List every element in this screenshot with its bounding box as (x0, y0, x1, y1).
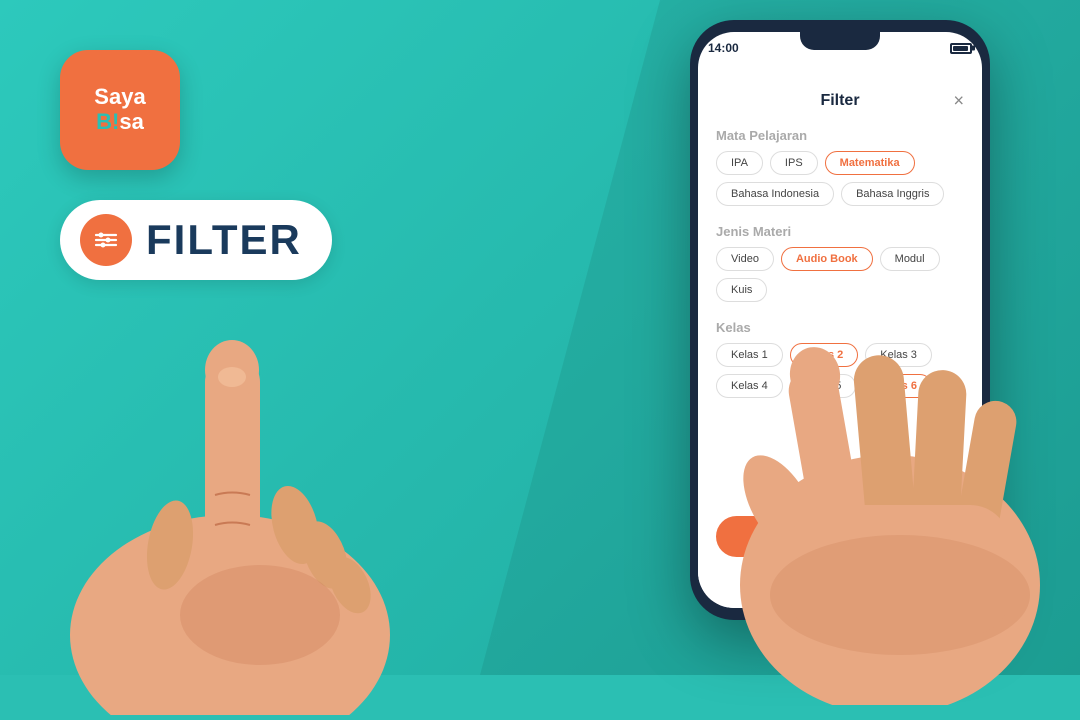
chip-ips[interactable]: IPS (770, 151, 818, 175)
chip-ipa[interactable]: IPA (716, 151, 763, 175)
status-time: 14:00 (708, 41, 739, 55)
filter-pill: FILTER (60, 200, 332, 280)
filter-icon-circle (80, 214, 132, 266)
right-hand-svg (720, 205, 1060, 705)
modal-title: Filter (820, 92, 859, 110)
status-bar: 14:00 (690, 34, 990, 62)
filter-sliders-icon (92, 226, 120, 254)
logo-box: Saya B! sa (60, 50, 180, 170)
mata-pelajaran-title: Mata Pelajaran (716, 128, 964, 143)
chip-matematika[interactable]: Matematika (825, 151, 915, 175)
section-mata-pelajaran: Mata Pelajaran IPA IPS Matematika Bahasa… (716, 128, 964, 206)
chip-bahasa-indonesia[interactable]: Bahasa Indonesia (716, 182, 834, 206)
battery-icon (950, 43, 972, 54)
left-hand-svg (30, 295, 450, 715)
logo-saya: Saya (94, 85, 145, 109)
close-button[interactable]: × (953, 91, 964, 112)
filter-label: FILTER (146, 216, 302, 264)
left-hand-illustration (30, 295, 450, 715)
right-hand-illustration (720, 205, 1060, 705)
chip-bahasa-inggris[interactable]: Bahasa Inggris (841, 182, 944, 206)
logo-exclaim: B! (96, 109, 119, 135)
logo-bisa: sa (119, 110, 143, 134)
mata-pelajaran-chips: IPA IPS Matematika Bahasa Indonesia Baha… (716, 151, 964, 206)
modal-header: Filter × (716, 92, 964, 110)
left-panel: Saya B! sa FILTER (60, 50, 440, 280)
